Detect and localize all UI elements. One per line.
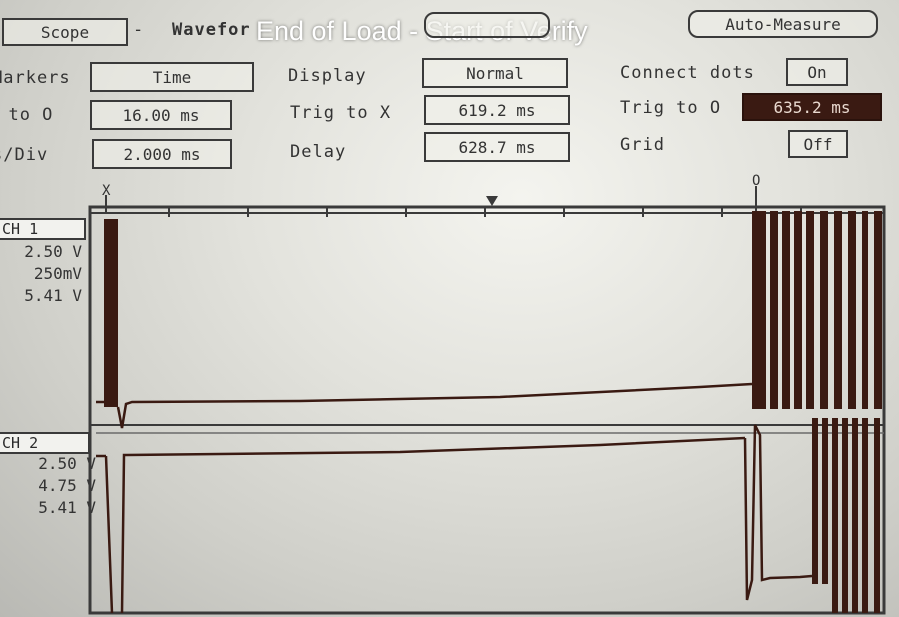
ch1-settle-line	[96, 382, 753, 429]
ch1-burst	[752, 211, 882, 409]
ch2-trace	[96, 418, 880, 614]
waveform-display[interactable]	[0, 0, 899, 617]
trigger-marker-icon	[486, 196, 498, 206]
ch1-trace	[96, 211, 882, 429]
ch2-drop	[743, 424, 813, 601]
ch2-burst	[812, 418, 880, 613]
ch1-initial-pulse	[104, 219, 118, 407]
ch2-high-line	[96, 436, 746, 614]
